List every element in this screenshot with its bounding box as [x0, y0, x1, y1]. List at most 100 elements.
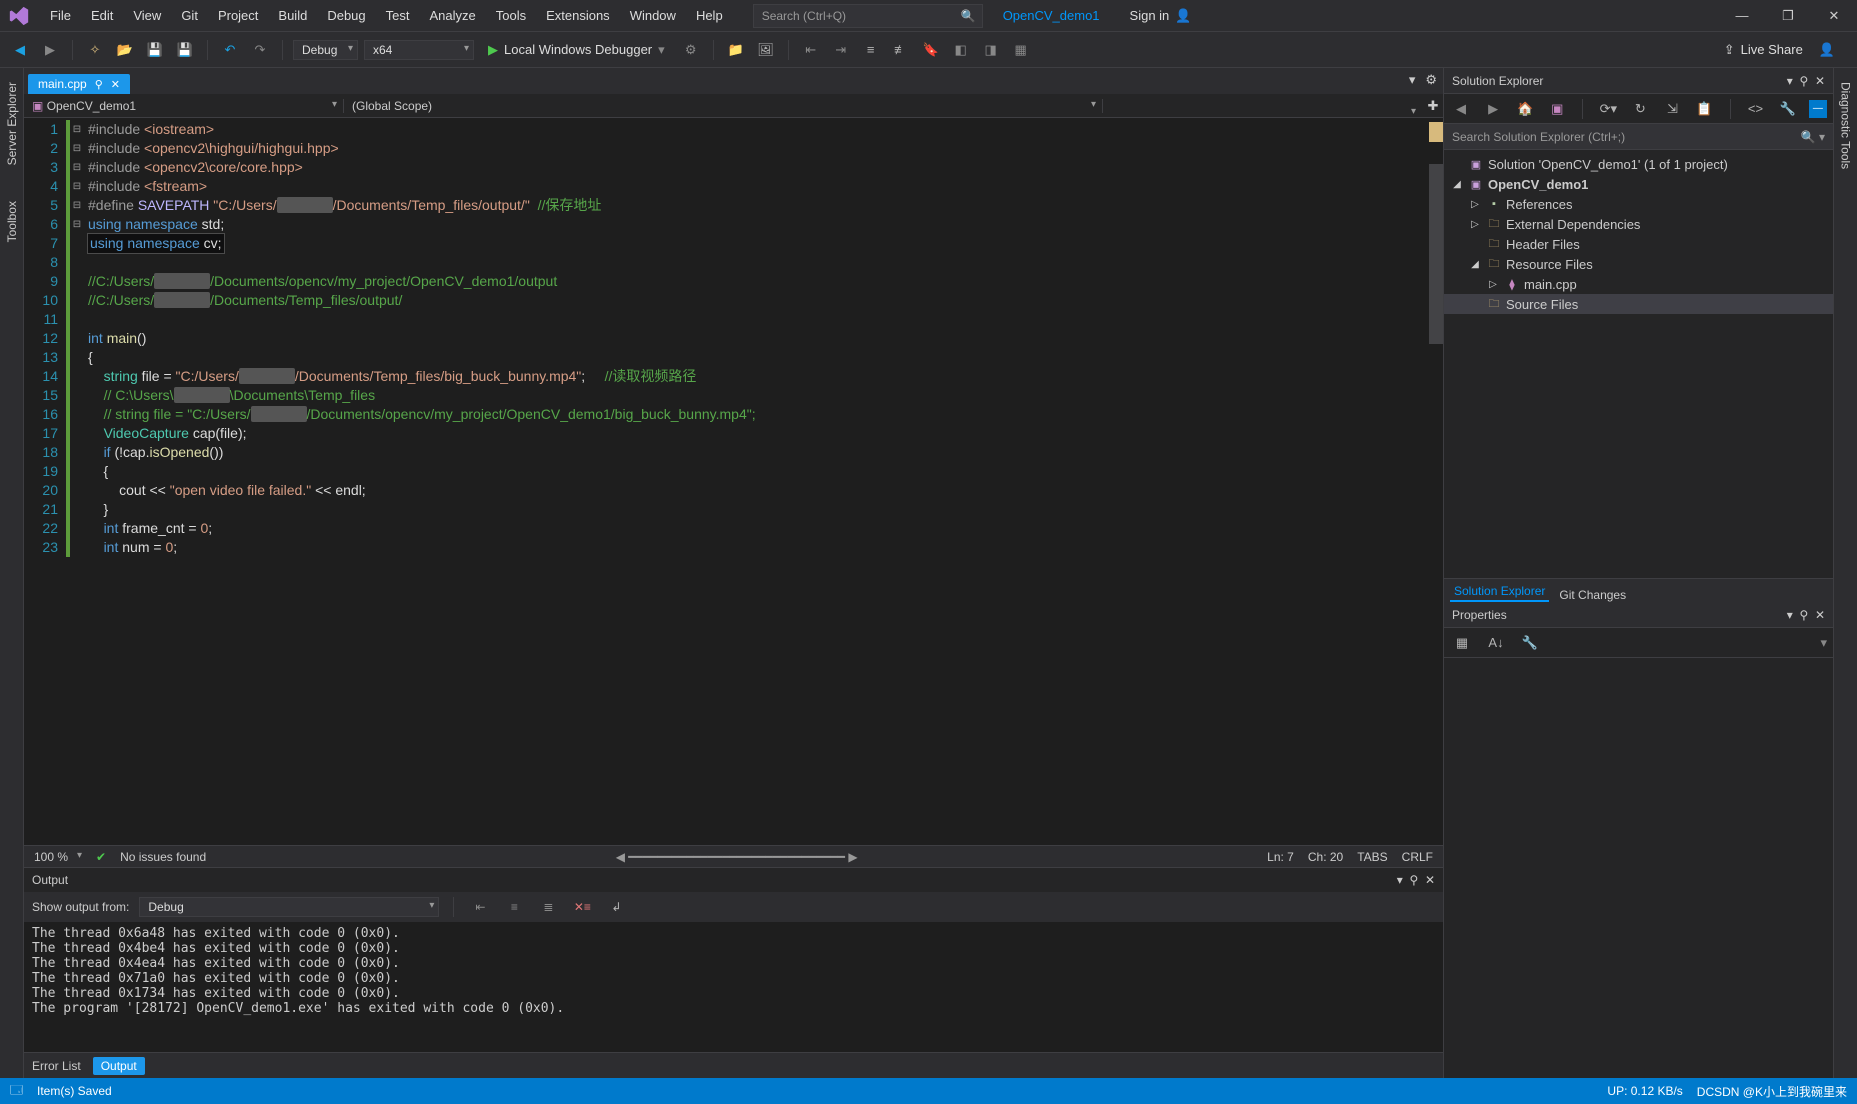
indent-inc-icon[interactable]: ⇥	[829, 38, 853, 62]
panel-pin-icon[interactable]: ⚲	[1409, 873, 1418, 887]
solution-name-label[interactable]: OpenCV_demo1	[1003, 8, 1100, 23]
minimap-scrollbar[interactable]	[1429, 118, 1443, 845]
bookmark-icon[interactable]: 🔖	[919, 38, 943, 62]
menu-tools[interactable]: Tools	[486, 4, 536, 27]
output-from-dropdown[interactable]: Debug	[139, 897, 439, 917]
prop-alpha-icon[interactable]: A↓	[1484, 631, 1508, 655]
menu-window[interactable]: Window	[620, 4, 686, 27]
config-dropdown[interactable]: Debug	[293, 40, 358, 60]
undo-button[interactable]: ↶	[218, 38, 242, 62]
menu-test[interactable]: Test	[376, 4, 420, 27]
out-btn3[interactable]: ≣	[536, 895, 560, 919]
quick-search-input[interactable]: Search (Ctrl+Q) 🔍	[753, 4, 983, 28]
indent-dec-icon[interactable]: ⇤	[799, 38, 823, 62]
server-explorer-tab[interactable]: Server Explorer	[3, 76, 21, 171]
se-fwd-icon[interactable]: ▶	[1482, 97, 1504, 121]
account-icon[interactable]: 👤	[1819, 42, 1835, 58]
prop-cat-icon[interactable]: ▦	[1450, 631, 1474, 655]
rp-tab-solution-explorer[interactable]: Solution Explorer	[1450, 582, 1549, 602]
prop-pin-icon[interactable]: ⚲	[1799, 608, 1808, 622]
prop-wrench-icon[interactable]: 🔧	[1518, 631, 1542, 655]
prop-dd-icon[interactable]: ▾	[1820, 635, 1827, 651]
menu-extensions[interactable]: Extensions	[536, 4, 620, 27]
se-collapse-icon[interactable]: ⇲	[1661, 97, 1683, 121]
solution-explorer-search[interactable]: Search Solution Explorer (Ctrl+;) 🔍 ▾	[1444, 124, 1833, 150]
redo-button[interactable]: ↷	[248, 38, 272, 62]
menu-help[interactable]: Help	[686, 4, 733, 27]
uncomment-icon[interactable]: ≢	[889, 38, 913, 62]
se-preview-icon[interactable]: —	[1809, 100, 1827, 118]
se-wrench-icon[interactable]: 🔧	[1777, 97, 1799, 121]
close-tab-icon[interactable]: ✕	[111, 78, 120, 91]
editor-tab-main-cpp[interactable]: main.cpp ⚲ ✕	[28, 74, 130, 94]
properties-grid[interactable]	[1444, 658, 1833, 1078]
nav-back-button[interactable]: ◀	[8, 38, 32, 62]
tab-output[interactable]: Output	[93, 1057, 145, 1075]
code-editor[interactable]: 1234567891011121314151617181920212223 ⊟⊟…	[24, 118, 1443, 845]
step-into-icon[interactable]: 📁	[724, 38, 748, 62]
tb-extra1[interactable]: ◧	[949, 38, 973, 62]
zoom-dropdown[interactable]: 100 %	[34, 850, 82, 864]
se-switch-icon[interactable]: ▣	[1546, 97, 1568, 121]
ctx-project-dropdown[interactable]: ▣ OpenCV_demo1	[24, 99, 344, 113]
ctx-scope-dropdown[interactable]: (Global Scope)	[344, 99, 1103, 113]
prop-drop-icon[interactable]: ▾	[1787, 608, 1793, 622]
diagnostic-tools-tab[interactable]: Diagnostic Tools	[1837, 76, 1855, 175]
tb-extra3[interactable]: ▦	[1009, 38, 1033, 62]
comment-icon[interactable]: ≡	[859, 38, 883, 62]
se-pin-icon[interactable]: ⚲	[1799, 74, 1808, 88]
rp-tab-git-changes[interactable]: Git Changes	[1559, 588, 1626, 602]
prop-close-icon[interactable]: ✕	[1815, 608, 1825, 622]
tree-item-source-files[interactable]: 🗀Source Files	[1444, 294, 1833, 314]
menu-build[interactable]: Build	[268, 4, 317, 27]
menu-analyze[interactable]: Analyze	[419, 4, 485, 27]
menu-debug[interactable]: Debug	[317, 4, 375, 27]
se-close-icon[interactable]: ✕	[1815, 74, 1825, 88]
folder-icon: 🗀	[1486, 216, 1502, 232]
menu-view[interactable]: View	[123, 4, 171, 27]
out-btn2[interactable]: ≡	[502, 895, 526, 919]
menu-edit[interactable]: Edit	[81, 4, 123, 27]
se-showall-icon[interactable]: 📋	[1693, 97, 1715, 121]
new-project-button[interactable]: ✧	[83, 38, 107, 62]
tab-error-list[interactable]: Error List	[32, 1059, 81, 1073]
live-share-button[interactable]: ⇪ Live Share 👤	[1724, 42, 1849, 58]
nav-fwd-button[interactable]: ▶	[38, 38, 62, 62]
standard-toolbar: ◀ ▶ ✧ 📂 💾 💾 ↶ ↷ Debug x64 ▶ Local Window…	[0, 32, 1857, 68]
se-back-icon[interactable]: ◀	[1450, 97, 1472, 121]
close-button[interactable]: ✕	[1811, 1, 1857, 31]
screenshot-icon[interactable]: 🖼	[754, 38, 778, 62]
split-icon[interactable]: ✚	[1423, 98, 1443, 114]
tab-chevron-down-icon[interactable]: ▾	[1409, 72, 1416, 88]
menu-file[interactable]: File	[40, 4, 81, 27]
output-text[interactable]: The thread 0x6a48 has exited with code 0…	[24, 922, 1443, 1052]
wrap-output-icon[interactable]: ↲	[604, 895, 628, 919]
ch-label: Ch: 20	[1308, 850, 1343, 864]
restore-button[interactable]: ❐	[1765, 1, 1811, 31]
toolbox-tab[interactable]: Toolbox	[3, 195, 21, 248]
open-button[interactable]: 📂	[113, 38, 137, 62]
se-refresh-icon[interactable]: ↻	[1629, 97, 1651, 121]
menu-project[interactable]: Project	[208, 4, 268, 27]
se-home-icon[interactable]: 🏠	[1514, 97, 1536, 121]
tb-extra2[interactable]: ◨	[979, 38, 1003, 62]
minimize-button[interactable]: —	[1719, 1, 1765, 31]
context-bar: ▣ OpenCV_demo1 (Global Scope) ✚	[24, 94, 1443, 118]
se-code-icon[interactable]: <>	[1744, 97, 1766, 121]
clear-output-icon[interactable]: ✕≡	[570, 895, 594, 919]
panel-dropdown-icon[interactable]: ▾	[1397, 873, 1403, 887]
start-debugging-button[interactable]: ▶ Local Windows Debugger ▾	[480, 40, 673, 60]
menu-git[interactable]: Git	[171, 4, 208, 27]
solution-tree[interactable]: ▣Solution 'OpenCV_demo1' (1 of 1 project…	[1444, 150, 1833, 578]
se-sync-icon[interactable]: ⟳▾	[1597, 97, 1619, 121]
out-btn1[interactable]: ⇤	[468, 895, 492, 919]
pin-icon[interactable]: ⚲	[95, 78, 103, 91]
panel-close-icon[interactable]: ✕	[1425, 873, 1435, 887]
sign-in-button[interactable]: Sign in 👤	[1130, 8, 1192, 24]
reattach-icon[interactable]: ⚙	[679, 38, 703, 62]
tab-gear-icon[interactable]: ⚙	[1425, 72, 1437, 88]
se-drop-icon[interactable]: ▾	[1787, 74, 1793, 88]
save-all-button[interactable]: 💾	[173, 38, 197, 62]
platform-dropdown[interactable]: x64	[364, 40, 474, 60]
save-button[interactable]: 💾	[143, 38, 167, 62]
